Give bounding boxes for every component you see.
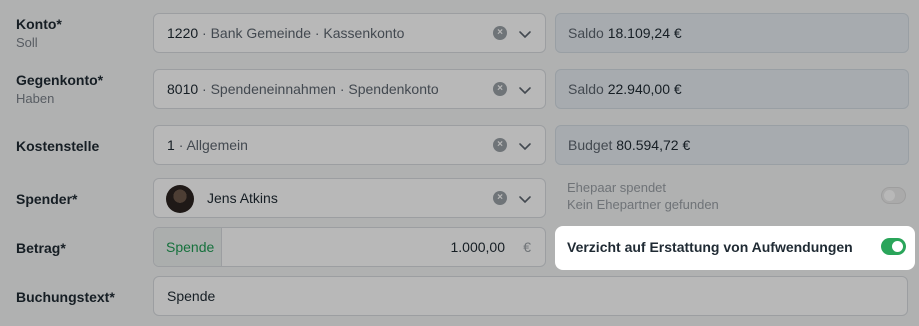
chevron-down-icon[interactable] <box>517 138 533 154</box>
ehepaar-toggle[interactable] <box>881 187 906 204</box>
kostenstelle-select[interactable]: 1 · Allgemein × <box>153 125 546 165</box>
betrag-input[interactable]: Spende 1.000,00 € <box>153 227 546 267</box>
clear-icon[interactable]: × <box>493 82 507 96</box>
konto-saldo: Saldo 18.109,24 € <box>555 13 909 53</box>
clear-icon[interactable]: × <box>493 138 507 152</box>
ehepaar-label: Ehepaar spendet <box>567 180 667 195</box>
konto-label: Konto* <box>16 16 62 32</box>
gegenkonto-saldo: Saldo 22.940,00 € <box>555 69 909 109</box>
spender-select[interactable]: Jens Atkins × <box>153 178 546 218</box>
kostenstelle-label: Kostenstelle <box>16 138 100 154</box>
verzicht-label: Verzicht auf Erstattung von Aufwendungen <box>567 239 853 255</box>
saldo-label: Saldo <box>568 25 604 41</box>
gegenkonto-number: 8010 <box>167 81 199 97</box>
betrag-label: Betrag* <box>16 240 66 256</box>
gegenkonto-sublabel: Haben <box>16 91 55 106</box>
kostenstelle-detail: · Allgemein <box>178 137 248 153</box>
kostenstelle-number: 1 <box>167 137 175 153</box>
clear-icon[interactable]: × <box>493 26 507 40</box>
budget-value: 80.594,72 € <box>616 137 691 153</box>
chevron-down-icon[interactable] <box>517 82 533 98</box>
konto-detail: · Bank Gemeinde · Kassenkonto <box>202 25 405 41</box>
avatar <box>166 185 194 213</box>
konto-select[interactable]: 1220 · Bank Gemeinde · Kassenkonto × <box>153 13 546 53</box>
clear-icon[interactable]: × <box>493 191 507 205</box>
spender-name: Jens Atkins <box>207 190 278 206</box>
budget-label: Budget <box>568 137 613 153</box>
gegenkonto-select[interactable]: 8010 · Spendeneinnahmen · Spendenkonto × <box>153 69 546 109</box>
spender-label: Spender* <box>16 191 78 207</box>
saldo-value: 18.109,24 € <box>607 25 682 41</box>
verzicht-toggle[interactable] <box>881 238 906 255</box>
betrag-amount: 1.000,00 <box>450 239 506 255</box>
betrag-type: Spende <box>166 239 215 255</box>
saldo-value: 22.940,00 € <box>607 81 682 97</box>
chevron-down-icon[interactable] <box>517 26 533 42</box>
buchungstext-label: Buchungstext* <box>16 289 115 305</box>
gegenkonto-detail: · Spendeneinnahmen · Spendenkonto <box>202 81 439 97</box>
ehepaar-hint: Kein Ehepartner gefunden <box>567 197 719 212</box>
gegenkonto-label: Gegenkonto* <box>16 72 104 88</box>
konto-number: 1220 <box>167 25 199 41</box>
saldo-label: Saldo <box>568 81 604 97</box>
konto-sublabel: Soll <box>16 35 38 50</box>
verzicht-toggle-row[interactable]: Verzicht auf Erstattung von Aufwendungen <box>555 226 915 270</box>
kostenstelle-budget: Budget 80.594,72 € <box>555 125 909 165</box>
betrag-type-addon: Spende <box>154 228 222 266</box>
chevron-down-icon[interactable] <box>517 191 533 207</box>
betrag-currency: € <box>523 239 531 255</box>
buchungstext-input[interactable]: Spende <box>153 276 908 316</box>
buchungstext-value: Spende <box>167 288 216 304</box>
